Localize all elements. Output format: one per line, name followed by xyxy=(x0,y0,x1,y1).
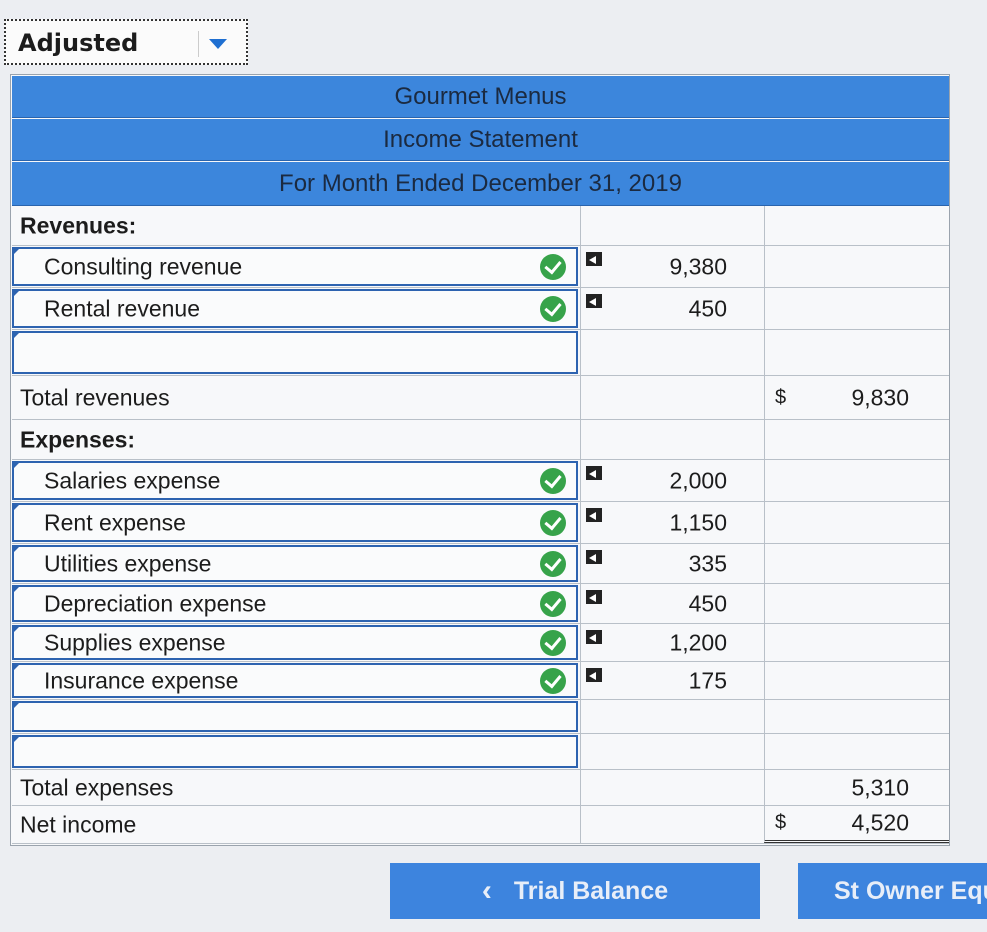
company-name-header: Gourmet Menus xyxy=(12,76,949,118)
amount-cell-consulting-revenue[interactable]: 9,380 xyxy=(580,246,763,287)
account-select-depreciation-expense[interactable]: Depreciation expense xyxy=(12,585,578,622)
statement-owner-equity-button[interactable]: St Owner Equ xyxy=(798,863,987,919)
account-select-empty-revenue[interactable] xyxy=(12,331,578,374)
expense-row-salaries: Salaries expense 2,000 xyxy=(12,460,949,502)
expense-row-empty-2 xyxy=(12,734,949,770)
expense-row-utilities: Utilities expense 335 xyxy=(12,544,949,584)
period-header: For Month Ended December 31, 2019 xyxy=(12,162,949,206)
tag-icon xyxy=(586,252,602,266)
expense-row-insurance: Insurance expense 175 xyxy=(12,662,949,700)
tag-icon xyxy=(586,508,602,522)
account-select-utilities-expense[interactable]: Utilities expense xyxy=(12,545,578,582)
amount-cell-utilities-expense[interactable]: 335 xyxy=(580,544,763,583)
amount-cell-rent-expense[interactable]: 1,150 xyxy=(580,502,763,543)
expense-row-depreciation: Depreciation expense 450 xyxy=(12,584,949,624)
chevron-left-icon: ‹ xyxy=(481,874,492,907)
amount-cell-empty-expense-2[interactable] xyxy=(580,734,763,769)
expenses-heading: Expenses: xyxy=(20,426,136,452)
check-icon xyxy=(540,550,566,577)
check-icon xyxy=(540,590,566,617)
amount-cell-insurance-expense[interactable]: 175 xyxy=(580,662,763,699)
dropdown-value: Adjusted xyxy=(18,29,139,57)
total-revenues-label: Total revenues xyxy=(20,384,170,410)
tag-icon xyxy=(586,294,602,308)
revenues-heading: Revenues: xyxy=(20,212,137,238)
trial-balance-button[interactable]: ‹ Trial Balance xyxy=(390,863,760,919)
check-icon xyxy=(540,629,566,656)
tag-icon xyxy=(586,630,602,644)
revenue-row-consulting: Consulting revenue 9,380 xyxy=(12,246,949,288)
account-select-supplies-expense[interactable]: Supplies expense xyxy=(12,625,578,660)
revenue-row-empty xyxy=(12,330,949,376)
account-select-empty-expense-2[interactable] xyxy=(12,735,578,768)
total-revenues-row: Total revenues $ 9,830 xyxy=(12,376,949,420)
chevron-down-icon[interactable] xyxy=(198,31,237,57)
check-icon xyxy=(540,467,566,494)
revenues-heading-row: Revenues: xyxy=(12,206,949,246)
account-select-salaries-expense[interactable]: Salaries expense xyxy=(12,461,578,500)
tag-icon xyxy=(586,466,602,480)
check-icon xyxy=(540,253,566,280)
net-income-row: Net income $ 4,520 xyxy=(12,806,949,844)
statement-title-header: Income Statement xyxy=(12,119,949,161)
amount-cell-empty-expense-1[interactable] xyxy=(580,700,763,733)
tag-icon xyxy=(586,668,602,682)
total-expenses-label: Total expenses xyxy=(20,774,174,800)
net-income-label: Net income xyxy=(20,811,137,837)
tag-icon xyxy=(586,550,602,564)
statement-type-dropdown[interactable]: Adjusted xyxy=(4,19,248,65)
check-icon xyxy=(540,509,566,536)
net-income-cell[interactable]: $ 4,520 xyxy=(764,806,949,843)
check-icon xyxy=(540,667,566,694)
account-select-rental-revenue[interactable]: Rental revenue xyxy=(12,289,578,328)
account-select-rent-expense[interactable]: Rent expense xyxy=(12,503,578,542)
amount-cell-supplies-expense[interactable]: 1,200 xyxy=(580,624,763,661)
total-expenses-cell[interactable]: 5,310 xyxy=(764,770,949,805)
amount-cell-salaries-expense[interactable]: 2,000 xyxy=(580,460,763,501)
expenses-heading-row: Expenses: xyxy=(12,420,949,460)
amount-cell-depreciation-expense[interactable]: 450 xyxy=(580,584,763,623)
tag-icon xyxy=(586,590,602,604)
expense-row-empty-1 xyxy=(12,700,949,734)
account-select-empty-expense-1[interactable] xyxy=(12,701,578,732)
account-select-insurance-expense[interactable]: Insurance expense xyxy=(12,663,578,698)
revenue-row-rental: Rental revenue 450 xyxy=(12,288,949,330)
expense-row-supplies: Supplies expense 1,200 xyxy=(12,624,949,662)
total-expenses-row: Total expenses 5,310 xyxy=(12,770,949,806)
check-icon xyxy=(540,295,566,322)
amount-cell-rental-revenue[interactable]: 450 xyxy=(580,288,763,329)
account-select-consulting-revenue[interactable]: Consulting revenue xyxy=(12,247,578,286)
amount-cell-empty-revenue[interactable] xyxy=(580,330,763,375)
expense-row-rent: Rent expense 1,150 xyxy=(12,502,949,544)
total-revenues-cell[interactable]: $ 9,830 xyxy=(764,376,949,419)
